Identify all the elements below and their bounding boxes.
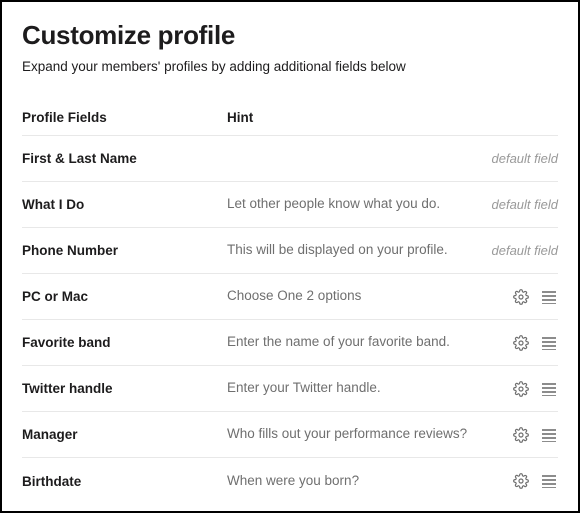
table-row: First & Last Name default field — [22, 136, 558, 182]
gear-icon[interactable] — [512, 288, 530, 306]
table-row: Phone Number This will be displayed on y… — [22, 228, 558, 274]
default-field-tag: default field — [492, 197, 559, 212]
field-name: Birthdate — [22, 474, 227, 489]
gear-icon[interactable] — [512, 472, 530, 490]
field-hint: Let other people know what you do. — [227, 195, 492, 213]
field-name: Twitter handle — [22, 381, 227, 396]
field-hint: Enter your Twitter handle. — [227, 379, 512, 397]
col-header-hint: Hint — [227, 110, 558, 125]
page-title: Customize profile — [22, 20, 558, 51]
page-subtitle: Expand your members' profiles by adding … — [22, 59, 558, 74]
field-name: Manager — [22, 427, 227, 442]
default-field-tag: default field — [492, 243, 559, 258]
field-hint: Choose One 2 options — [227, 287, 512, 305]
table-row: Twitter handle Enter your Twitter handle… — [22, 366, 558, 412]
reorder-icon[interactable] — [540, 288, 558, 306]
field-name: PC or Mac — [22, 289, 227, 304]
reorder-icon[interactable] — [540, 472, 558, 490]
field-hint: When were you born? — [227, 472, 512, 490]
field-name: Favorite band — [22, 335, 227, 350]
table-row: Birthdate When were you born? — [22, 458, 558, 504]
gear-icon[interactable] — [512, 426, 530, 444]
field-name: First & Last Name — [22, 151, 227, 166]
gear-icon[interactable] — [512, 380, 530, 398]
col-header-name: Profile Fields — [22, 110, 227, 125]
table-header: Profile Fields Hint — [22, 102, 558, 136]
field-hint: Enter the name of your favorite band. — [227, 333, 512, 351]
field-name: Phone Number — [22, 243, 227, 258]
table-row: Favorite band Enter the name of your fav… — [22, 320, 558, 366]
table-row: PC or Mac Choose One 2 options — [22, 274, 558, 320]
profile-fields-table: Profile Fields Hint First & Last Name de… — [22, 102, 558, 504]
default-field-tag: default field — [492, 151, 559, 166]
field-name: What I Do — [22, 197, 227, 212]
table-row: What I Do Let other people know what you… — [22, 182, 558, 228]
table-row: Manager Who fills out your performance r… — [22, 412, 558, 458]
reorder-icon[interactable] — [540, 426, 558, 444]
reorder-icon[interactable] — [540, 380, 558, 398]
field-hint: Who fills out your performance reviews? — [227, 425, 512, 443]
reorder-icon[interactable] — [540, 334, 558, 352]
field-hint: This will be displayed on your profile. — [227, 241, 492, 259]
gear-icon[interactable] — [512, 334, 530, 352]
